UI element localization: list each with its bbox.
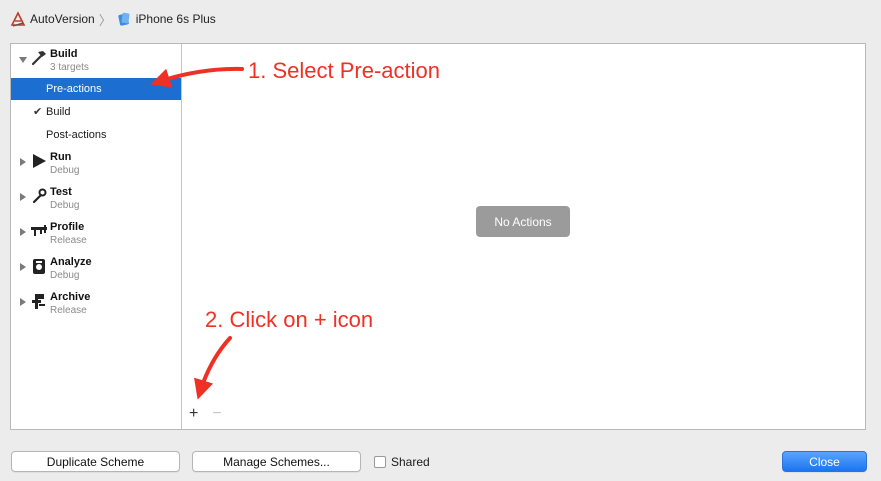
- phase-subtitle: Debug: [50, 165, 80, 176]
- wrench-icon: [32, 188, 47, 204]
- actions-toolbar: + −: [189, 405, 222, 423]
- add-action-icon[interactable]: +: [189, 405, 198, 423]
- project-name: AutoVersion: [30, 12, 95, 26]
- sidebar-item-test[interactable]: Test Debug: [11, 184, 181, 216]
- disclosure-right-icon[interactable]: [18, 262, 28, 272]
- phase-subtitle: 3 targets: [50, 62, 89, 73]
- device-name: iPhone 6s Plus: [135, 12, 216, 26]
- sidebar-item-build-actions[interactable]: ✔ Build: [11, 101, 181, 123]
- actions-content-area: No Actions + −: [182, 44, 865, 429]
- phase-subtitle: Release: [50, 305, 87, 316]
- sidebar-item-pre-actions[interactable]: Pre-actions: [11, 78, 181, 100]
- manage-schemes-button[interactable]: Manage Schemes...: [192, 451, 361, 472]
- instruments-icon: [31, 225, 47, 236]
- sidebar-item-label: Pre-actions: [46, 83, 102, 95]
- scheme-editor-panel: Build 3 targets Pre-actions ✔ Build Post…: [10, 43, 866, 430]
- shared-toggle[interactable]: Shared: [374, 455, 430, 469]
- sidebar-item-post-actions[interactable]: Post-actions: [11, 124, 181, 146]
- sidebar-item-archive[interactable]: Archive Release: [11, 289, 181, 321]
- phase-title: Profile: [50, 221, 85, 233]
- sidebar-item-label: Post-actions: [46, 129, 107, 141]
- disclosure-right-icon[interactable]: [18, 192, 28, 202]
- disclosure-right-icon[interactable]: [18, 227, 28, 237]
- breadcrumb-device[interactable]: iPhone 6s Plus: [116, 11, 216, 27]
- phase-subtitle: Debug: [50, 270, 80, 281]
- phase-title: Build: [50, 48, 78, 60]
- breadcrumb: AutoVersion 〉 iPhone 6s Plus: [10, 9, 216, 29]
- analyze-icon: [33, 259, 45, 274]
- sidebar-item-build[interactable]: Build 3 targets: [11, 46, 181, 78]
- xcode-app-icon: [10, 11, 26, 27]
- shared-label: Shared: [391, 455, 430, 469]
- phase-title: Run: [50, 151, 72, 163]
- duplicate-scheme-button[interactable]: Duplicate Scheme: [11, 451, 180, 472]
- scheme-sidebar: Build 3 targets Pre-actions ✔ Build Post…: [11, 44, 182, 429]
- phase-title: Archive: [50, 291, 91, 303]
- phase-subtitle: Release: [50, 235, 87, 246]
- archive-icon: [32, 294, 45, 309]
- sidebar-item-run[interactable]: Run Debug: [11, 149, 181, 181]
- remove-action-icon[interactable]: −: [212, 405, 221, 423]
- disclosure-down-icon[interactable]: [18, 55, 28, 65]
- phase-title: Analyze: [50, 256, 92, 268]
- checkmark-icon: ✔: [33, 106, 43, 118]
- annotation-step-1: 1. Select Pre-action: [248, 58, 440, 83]
- sidebar-item-profile[interactable]: Profile Release: [11, 219, 181, 251]
- chevron-right-icon: 〉: [98, 12, 112, 28]
- disclosure-right-icon[interactable]: [18, 157, 28, 167]
- device-icon: [118, 12, 130, 26]
- shared-checkbox[interactable]: [374, 456, 386, 468]
- breadcrumb-project[interactable]: AutoVersion: [10, 11, 95, 27]
- sidebar-item-label: Build: [46, 106, 71, 118]
- no-actions-placeholder: No Actions: [476, 206, 570, 237]
- sidebar-item-analyze[interactable]: Analyze Debug: [11, 254, 181, 286]
- hammer-icon: [31, 51, 46, 66]
- disclosure-right-icon[interactable]: [18, 297, 28, 307]
- annotation-step-2: 2. Click on + icon: [205, 307, 374, 332]
- phase-subtitle: Debug: [50, 200, 80, 211]
- close-button[interactable]: Close: [782, 451, 867, 472]
- play-icon: [33, 154, 46, 168]
- phase-title: Test: [50, 186, 72, 198]
